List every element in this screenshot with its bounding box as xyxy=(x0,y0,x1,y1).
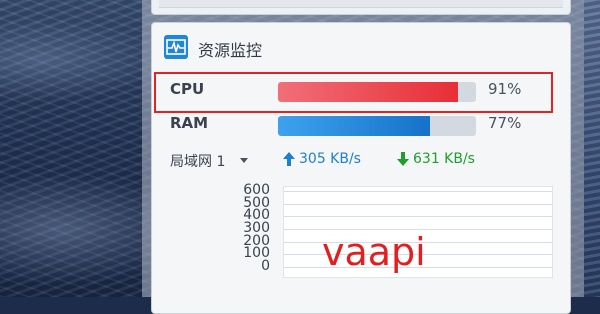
ram-row: RAM 77% xyxy=(152,111,570,137)
desktop-wallpaper-edge xyxy=(584,0,600,297)
cpu-highlight-box xyxy=(154,72,553,113)
previous-widget-content xyxy=(159,0,563,8)
previous-widget xyxy=(151,0,571,15)
ram-label: RAM xyxy=(170,114,209,132)
chart-gridline xyxy=(284,216,552,218)
widget-title: 资源监控 xyxy=(198,41,263,60)
upload-arrow-icon xyxy=(283,152,295,170)
download-speed: 631 KB/s xyxy=(413,151,475,167)
watermark-text: vaapi xyxy=(322,230,426,274)
download-arrow-icon xyxy=(397,152,409,170)
chevron-down-icon[interactable] xyxy=(240,158,248,163)
ram-usage-bar xyxy=(278,116,476,136)
network-row: 局域网 1 305 KB/s 631 KB/s xyxy=(152,149,570,173)
ram-usage-fill xyxy=(278,116,431,136)
y-tick-label: 0 xyxy=(261,258,270,274)
network-interface-selector[interactable]: 局域网 1 xyxy=(170,151,225,171)
chart-gridline xyxy=(284,191,552,192)
resource-monitor-icon xyxy=(164,35,188,59)
chart-gridline xyxy=(284,203,552,205)
upload-speed: 305 KB/s xyxy=(299,151,361,167)
ram-percent: 77% xyxy=(488,114,522,132)
